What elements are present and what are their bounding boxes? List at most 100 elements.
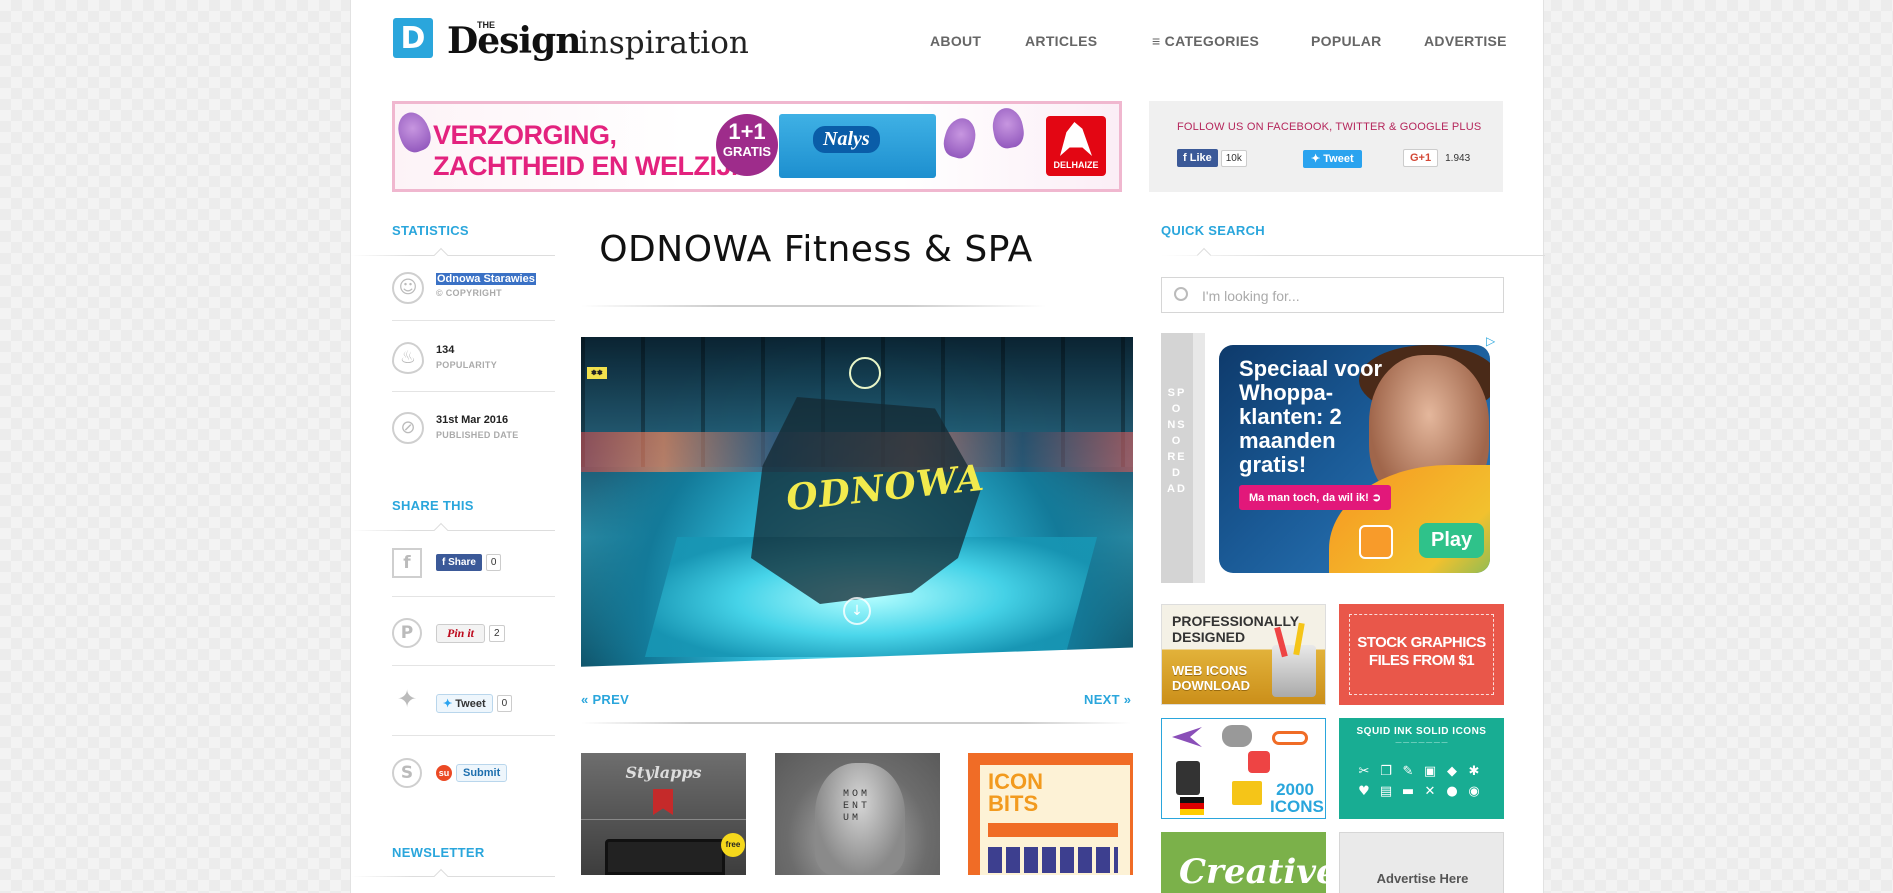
logo-design-text[interactable]: Design <box>447 20 581 62</box>
icon-grid: ✂ ❐ ✎ ▣ ◆ ✱ ♥ ▤ ▬ ✕ ● ◉ <box>1353 762 1493 802</box>
gplus-button[interactable]: G+1 <box>1403 149 1439 167</box>
nav-categories[interactable]: ≡ CATEGORIES <box>1152 33 1259 49</box>
ad-line: WEB ICONS DOWNLOAD <box>1172 663 1250 693</box>
divider <box>1161 255 1545 256</box>
ad-line2: FILES FROM $1 <box>1368 652 1475 669</box>
pinterest-icon: P <box>392 618 422 648</box>
twitter-share-widget[interactable]: ✦ Tweet 0 <box>436 694 513 713</box>
sponsored-strip: SPONSORED AD <box>1161 333 1205 583</box>
leaf-logo-icon <box>849 357 881 389</box>
copyright-value[interactable]: Odnowa Starawies <box>436 273 536 285</box>
twitter-follow-widget[interactable]: ✦ Tweet <box>1303 149 1362 168</box>
ad-web-icons[interactable]: PROFESSIONALLY DESIGNED WEB ICONS DOWNLOAD <box>1161 604 1326 705</box>
facebook-share-widget[interactable]: f Share 0 <box>436 554 502 571</box>
gplus-widget[interactable]: G+1 1.943 <box>1403 149 1474 167</box>
heart-icon: ♥ <box>1358 784 1370 799</box>
newsletter-title: NEWSLETTER <box>392 845 485 860</box>
divider <box>392 735 555 736</box>
arrow-circle-icon: ➲ <box>1371 492 1382 504</box>
copyright-value-text[interactable]: Odnowa Starawies <box>436 273 536 285</box>
banner-ad-line1: VERZORGING, <box>433 120 617 150</box>
sponsored-ad[interactable]: Speciaal voor Whoppa-klanten: 2 maanden … <box>1219 345 1490 573</box>
related-thumb-stylapps[interactable]: Stylapps free <box>581 753 746 875</box>
nav-about[interactable]: ABOUT <box>930 33 981 49</box>
logo-inspiration-text[interactable]: inspiration <box>579 25 749 61</box>
nav-advertise[interactable]: ADVERTISE <box>1424 33 1507 49</box>
twitter-icon: ✦ <box>443 698 456 710</box>
advertise-here-slot[interactable]: Advertise Here <box>1339 832 1504 893</box>
copyright-label: © COPYRIGHT <box>436 288 502 298</box>
stumbleupon-submit-button[interactable]: Submit <box>456 764 508 782</box>
facebook-share-label: Share <box>448 557 476 568</box>
ad-squid-ink-icons[interactable]: SQUID INK SOLID ICONS — — — — — — — ✂ ❐ ✎ ▣… <box>1339 718 1504 819</box>
search-input[interactable]: I'm looking for... <box>1161 277 1504 313</box>
pinterest-count: 2 <box>489 625 505 642</box>
glasses-icon <box>1272 731 1308 745</box>
ad-headline: Speciaal voor Whoppa-klanten: 2 maanden … <box>1239 356 1383 477</box>
promo-badge-sub: GRATIS <box>722 144 772 159</box>
product-name: Nalys <box>813 126 880 153</box>
document-icon: ❐ <box>1380 764 1392 779</box>
image-icon: ▣ <box>1423 764 1437 779</box>
hero-screenshot[interactable]: ✽✽ ODNOWA ↓ <box>581 337 1133 671</box>
hero-ribbon: ✽✽ <box>587 367 607 379</box>
divider <box>351 255 555 256</box>
settings-icon: ✱ <box>1468 764 1480 779</box>
follow-title: FOLLOW US ON FACEBOOK, TWITTER & GOOGLE … <box>1177 121 1482 133</box>
ad-line3: WEB ICONS <box>1172 663 1248 678</box>
store-logo: DELHAIZE <box>1046 116 1106 176</box>
divider <box>581 305 1046 307</box>
nav-popular[interactable]: POPULAR <box>1311 33 1382 49</box>
ad-cta-pill[interactable]: Ma man toch, da wil ik! ➲ <box>1239 485 1392 510</box>
car-icon: ▬ <box>1401 784 1415 799</box>
ad-title: SQUID INK SOLID ICONS <box>1356 726 1487 737</box>
related-thumb-iconbits[interactable]: ICON BITS <box>968 753 1133 875</box>
pinterest-widget[interactable]: Pin it 2 <box>436 624 505 643</box>
popularity-value: 134 <box>436 344 455 356</box>
free-badge: free <box>721 833 745 857</box>
ad-stock-graphics[interactable]: STOCK GRAPHICS FILES FROM $1 <box>1339 604 1504 705</box>
tweet-share-button[interactable]: ✦ Tweet <box>436 694 493 713</box>
follow-box: FOLLOW US ON FACEBOOK, TWITTER & GOOGLE … <box>1149 101 1503 192</box>
adchoices-icon[interactable]: ▷ <box>1486 334 1495 348</box>
ad-creative[interactable]: Creative <box>1161 832 1326 893</box>
facebook-icon: f <box>392 548 422 578</box>
flower-decoration <box>989 105 1027 151</box>
ad-play-button[interactable]: Play <box>1419 523 1485 558</box>
top-banner-ad[interactable]: VERZORGING, ZACHTHEID EN WELZIJN 1+1 GRA… <box>392 101 1122 192</box>
ad-2000-icons[interactable]: 2000 ICONS <box>1161 718 1326 819</box>
nav-articles[interactable]: ARTICLES <box>1025 33 1097 49</box>
brush-icon: ✎ <box>1402 764 1414 779</box>
banner-ad-text: VERZORGING, ZACHTHEID EN WELZIJN <box>433 120 751 182</box>
next-link[interactable]: NEXT » <box>1084 692 1131 707</box>
related-thumb-momentum[interactable]: MOMENTUM <box>775 753 940 875</box>
facebook-share-count: 0 <box>485 554 502 571</box>
gplus-count: 1.943 <box>1445 152 1471 164</box>
banner-ad-line2: ZACHTHEID EN WELZIJN <box>433 151 751 181</box>
facebook-like-label: Like <box>1189 152 1212 164</box>
thumb-band <box>988 823 1118 837</box>
published-date-value: 31st Mar 2016 <box>436 414 509 426</box>
divider-notch <box>433 868 449 884</box>
pin-it-button[interactable]: Pin it <box>436 624 486 643</box>
user-icon: ● <box>1446 784 1458 799</box>
tweet-button[interactable]: ✦ Tweet <box>1303 150 1362 168</box>
logo-mark[interactable]: D <box>393 18 433 58</box>
facebook-like-button[interactable]: f Like <box>1177 149 1218 167</box>
facebook-share-button[interactable]: f Share <box>436 554 482 571</box>
stumbleupon-widget[interactable]: su Submit <box>436 764 508 782</box>
facebook-like-widget[interactable]: f Like 10k <box>1177 149 1247 167</box>
page-title: ODNOWA Fitness & SPA <box>599 229 1033 270</box>
phone-icon <box>1176 761 1200 795</box>
store-name: DELHAIZE <box>1053 160 1099 170</box>
drop-icon: ◆ <box>1447 764 1457 779</box>
flag-icon <box>1180 797 1204 815</box>
lock-icon: ▤ <box>1379 784 1393 799</box>
sponsored-label: SPONSORED AD <box>1167 387 1187 495</box>
flame-icon: ♨ <box>392 342 424 374</box>
ad-line1: 2000 <box>1276 780 1314 799</box>
lock-icon <box>1248 751 1270 773</box>
prev-link[interactable]: « PREV <box>581 692 629 707</box>
divider <box>581 722 1131 724</box>
scissors-icon: ✂ <box>1358 764 1370 779</box>
